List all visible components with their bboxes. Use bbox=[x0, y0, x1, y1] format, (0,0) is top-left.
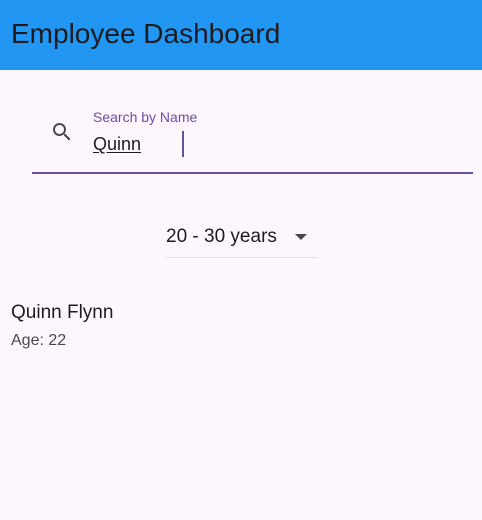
page-title: Employee Dashboard bbox=[11, 18, 281, 49]
search-input-value[interactable]: Quinn bbox=[93, 132, 141, 156]
age-range-dropdown[interactable]: 20 - 30 years bbox=[166, 219, 318, 258]
search-icon bbox=[53, 123, 71, 141]
age-range-selected: 20 - 30 years bbox=[166, 226, 277, 247]
employee-name: Quinn Flynn bbox=[11, 302, 114, 323]
employee-list-item[interactable]: Quinn Flynn Age: 22 bbox=[0, 296, 482, 358]
employee-age: Age: 22 bbox=[11, 332, 67, 349]
arrow-drop-down-icon bbox=[295, 234, 307, 240]
search-label: Search by Name bbox=[93, 109, 198, 125]
text-cursor bbox=[182, 131, 184, 157]
app-bar: Employee Dashboard bbox=[0, 0, 482, 70]
search-field[interactable]: Search by Name Quinn bbox=[32, 100, 473, 174]
